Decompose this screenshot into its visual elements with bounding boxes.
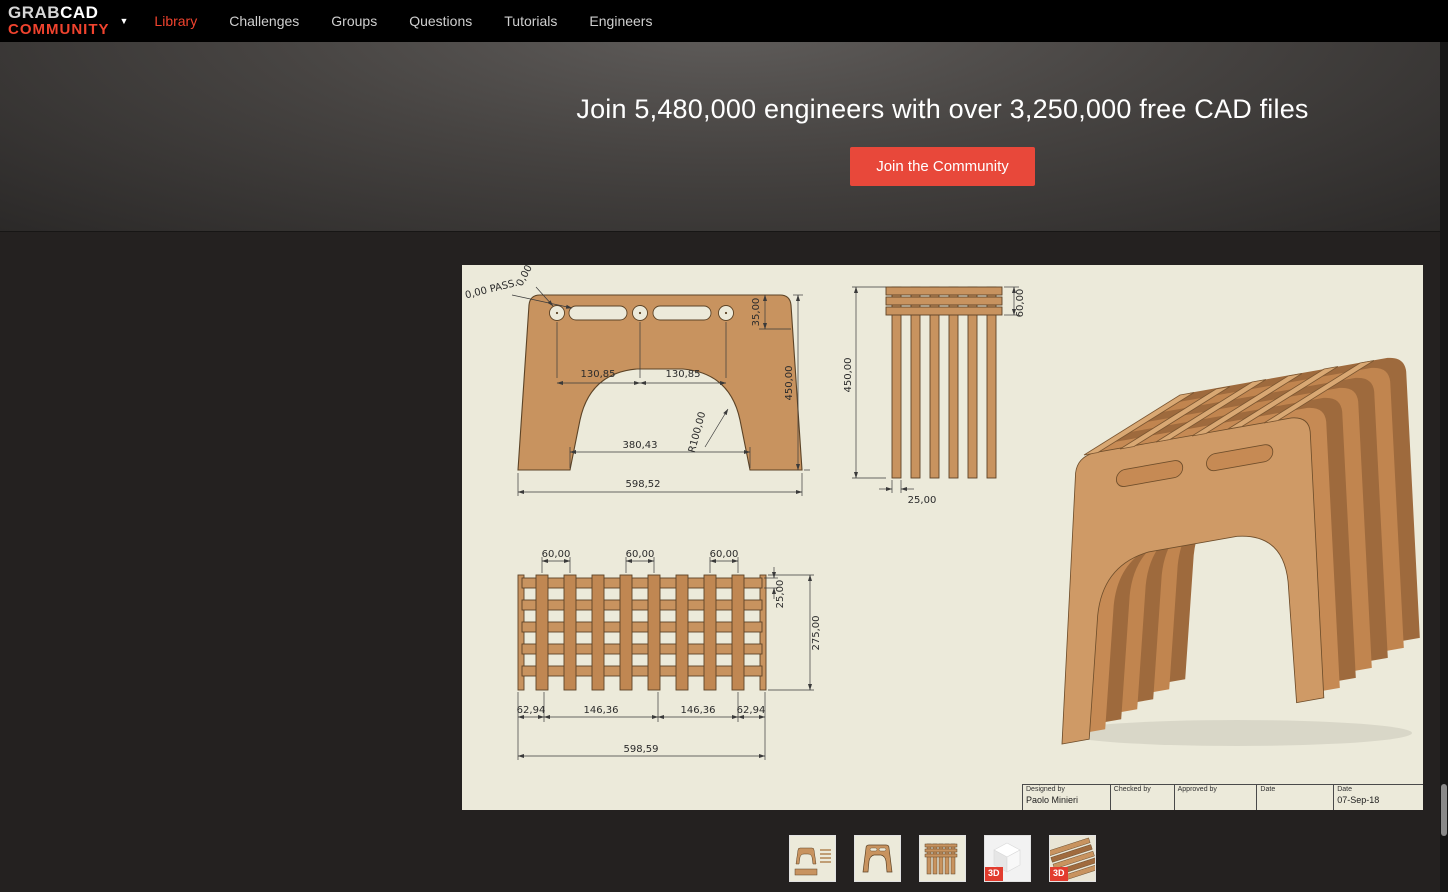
dim-label: 25,00 bbox=[908, 495, 937, 506]
cad-drawing: 130,85 130,85 35,00 450,00 R100,00 380,4… bbox=[464, 263, 1420, 760]
nav-item-engineers[interactable]: Engineers bbox=[589, 13, 652, 29]
side-slats-mini-icon bbox=[920, 836, 965, 881]
dim-label: 130,85 bbox=[581, 369, 616, 380]
chevron-down-icon[interactable]: ▼ bbox=[120, 16, 129, 26]
dim-label: 35,00 bbox=[751, 298, 762, 327]
hero-banner: Join 5,480,000 engineers with over 3,250… bbox=[0, 42, 1448, 232]
thumbnail-3d-render-white[interactable]: 3D bbox=[984, 835, 1031, 882]
nav-item-library[interactable]: Library bbox=[154, 13, 197, 29]
page-scrollbar[interactable] bbox=[1440, 0, 1448, 892]
dim-label: 62,94 bbox=[517, 705, 546, 716]
logo-grab: GRAB bbox=[8, 3, 61, 23]
thumbnail-side-view[interactable] bbox=[919, 835, 966, 882]
title-block-approved: Approved by bbox=[1175, 785, 1258, 810]
dim-label: 146,36 bbox=[681, 705, 716, 716]
hero-headline: Join 5,480,000 engineers with over 3,250… bbox=[576, 94, 1309, 124]
nav-item-questions[interactable]: Questions bbox=[409, 13, 472, 29]
title-block-checked: Checked by bbox=[1111, 785, 1175, 810]
model-preview-image[interactable]: 130,85 130,85 35,00 450,00 R100,00 380,4… bbox=[462, 263, 1423, 810]
approved-by-label: Approved by bbox=[1177, 786, 1217, 793]
thumbnail-3d-render-wood[interactable]: 3D bbox=[1049, 835, 1096, 882]
date-label: Date bbox=[1337, 786, 1353, 793]
dim-label: 450,00 bbox=[843, 358, 854, 393]
dim-label: 598,59 bbox=[624, 744, 659, 755]
scrollbar-thumb[interactable] bbox=[1441, 784, 1447, 836]
dim-label: 275,00 bbox=[811, 616, 822, 651]
checked-by-label: Checked by bbox=[1113, 786, 1151, 793]
nav-item-challenges[interactable]: Challenges bbox=[229, 13, 299, 29]
top-navbar: GRABCAD COMMUNITY ▼ Library Challenges G… bbox=[0, 0, 1448, 42]
dim-label: 450,00 bbox=[784, 366, 795, 401]
dim-label: R100,00 bbox=[687, 411, 708, 454]
grabcad-logo[interactable]: GRABCAD COMMUNITY ▼ bbox=[8, 4, 128, 38]
date-label: Date bbox=[1260, 786, 1276, 793]
3d-badge: 3D bbox=[1050, 867, 1068, 881]
dim-label: 60,00 bbox=[710, 549, 739, 560]
title-block-designed: Designed by Paolo Minieri bbox=[1023, 785, 1111, 810]
dim-label: 0,00 PASS. bbox=[464, 278, 519, 302]
nav-item-tutorials[interactable]: Tutorials bbox=[504, 13, 557, 29]
dim-label: 60,00 bbox=[1015, 289, 1026, 318]
top-view bbox=[517, 574, 767, 691]
nav-items: Library Challenges Groups Questions Tuto… bbox=[154, 13, 652, 29]
dim-label: 60,00 bbox=[542, 549, 571, 560]
logo-community: COMMUNITY bbox=[8, 21, 110, 39]
side-view bbox=[885, 286, 1003, 479]
title-block-date1: Date bbox=[1257, 785, 1335, 810]
designed-by-value: Paolo Minieri bbox=[1026, 795, 1079, 805]
join-community-button[interactable]: Join the Community bbox=[850, 147, 1035, 186]
dim-label: 380,43 bbox=[623, 440, 658, 451]
grabcad-logo-text: GRABCAD COMMUNITY bbox=[8, 4, 110, 38]
dim-label: 598,52 bbox=[626, 479, 661, 490]
dim-label: 130,85 bbox=[666, 369, 701, 380]
dim-label: 62,94 bbox=[737, 705, 766, 716]
designed-by-label: Designed by bbox=[1026, 786, 1065, 793]
isometric-view bbox=[1061, 352, 1420, 746]
drawing-sheet-mini-icon bbox=[790, 836, 835, 881]
dim-label: 60,00 bbox=[626, 549, 655, 560]
dim-label: 146,36 bbox=[584, 705, 619, 716]
title-block-date2: Date 07-Sep-18 bbox=[1334, 785, 1423, 810]
thumbnail-front-view[interactable] bbox=[854, 835, 901, 882]
logo-cad: CAD bbox=[60, 3, 99, 23]
thumbnail-drawing-sheet[interactable] bbox=[789, 835, 836, 882]
dim-label: 25,00 bbox=[775, 580, 786, 609]
title-block: Designed by Paolo Minieri Checked by App… bbox=[1022, 784, 1423, 810]
3d-badge: 3D bbox=[985, 867, 1003, 881]
front-view-mini-icon bbox=[855, 836, 900, 881]
thumbnail-strip: 3D 3D bbox=[462, 835, 1423, 882]
date-value: 07-Sep-18 bbox=[1337, 795, 1380, 805]
nav-item-groups[interactable]: Groups bbox=[331, 13, 377, 29]
